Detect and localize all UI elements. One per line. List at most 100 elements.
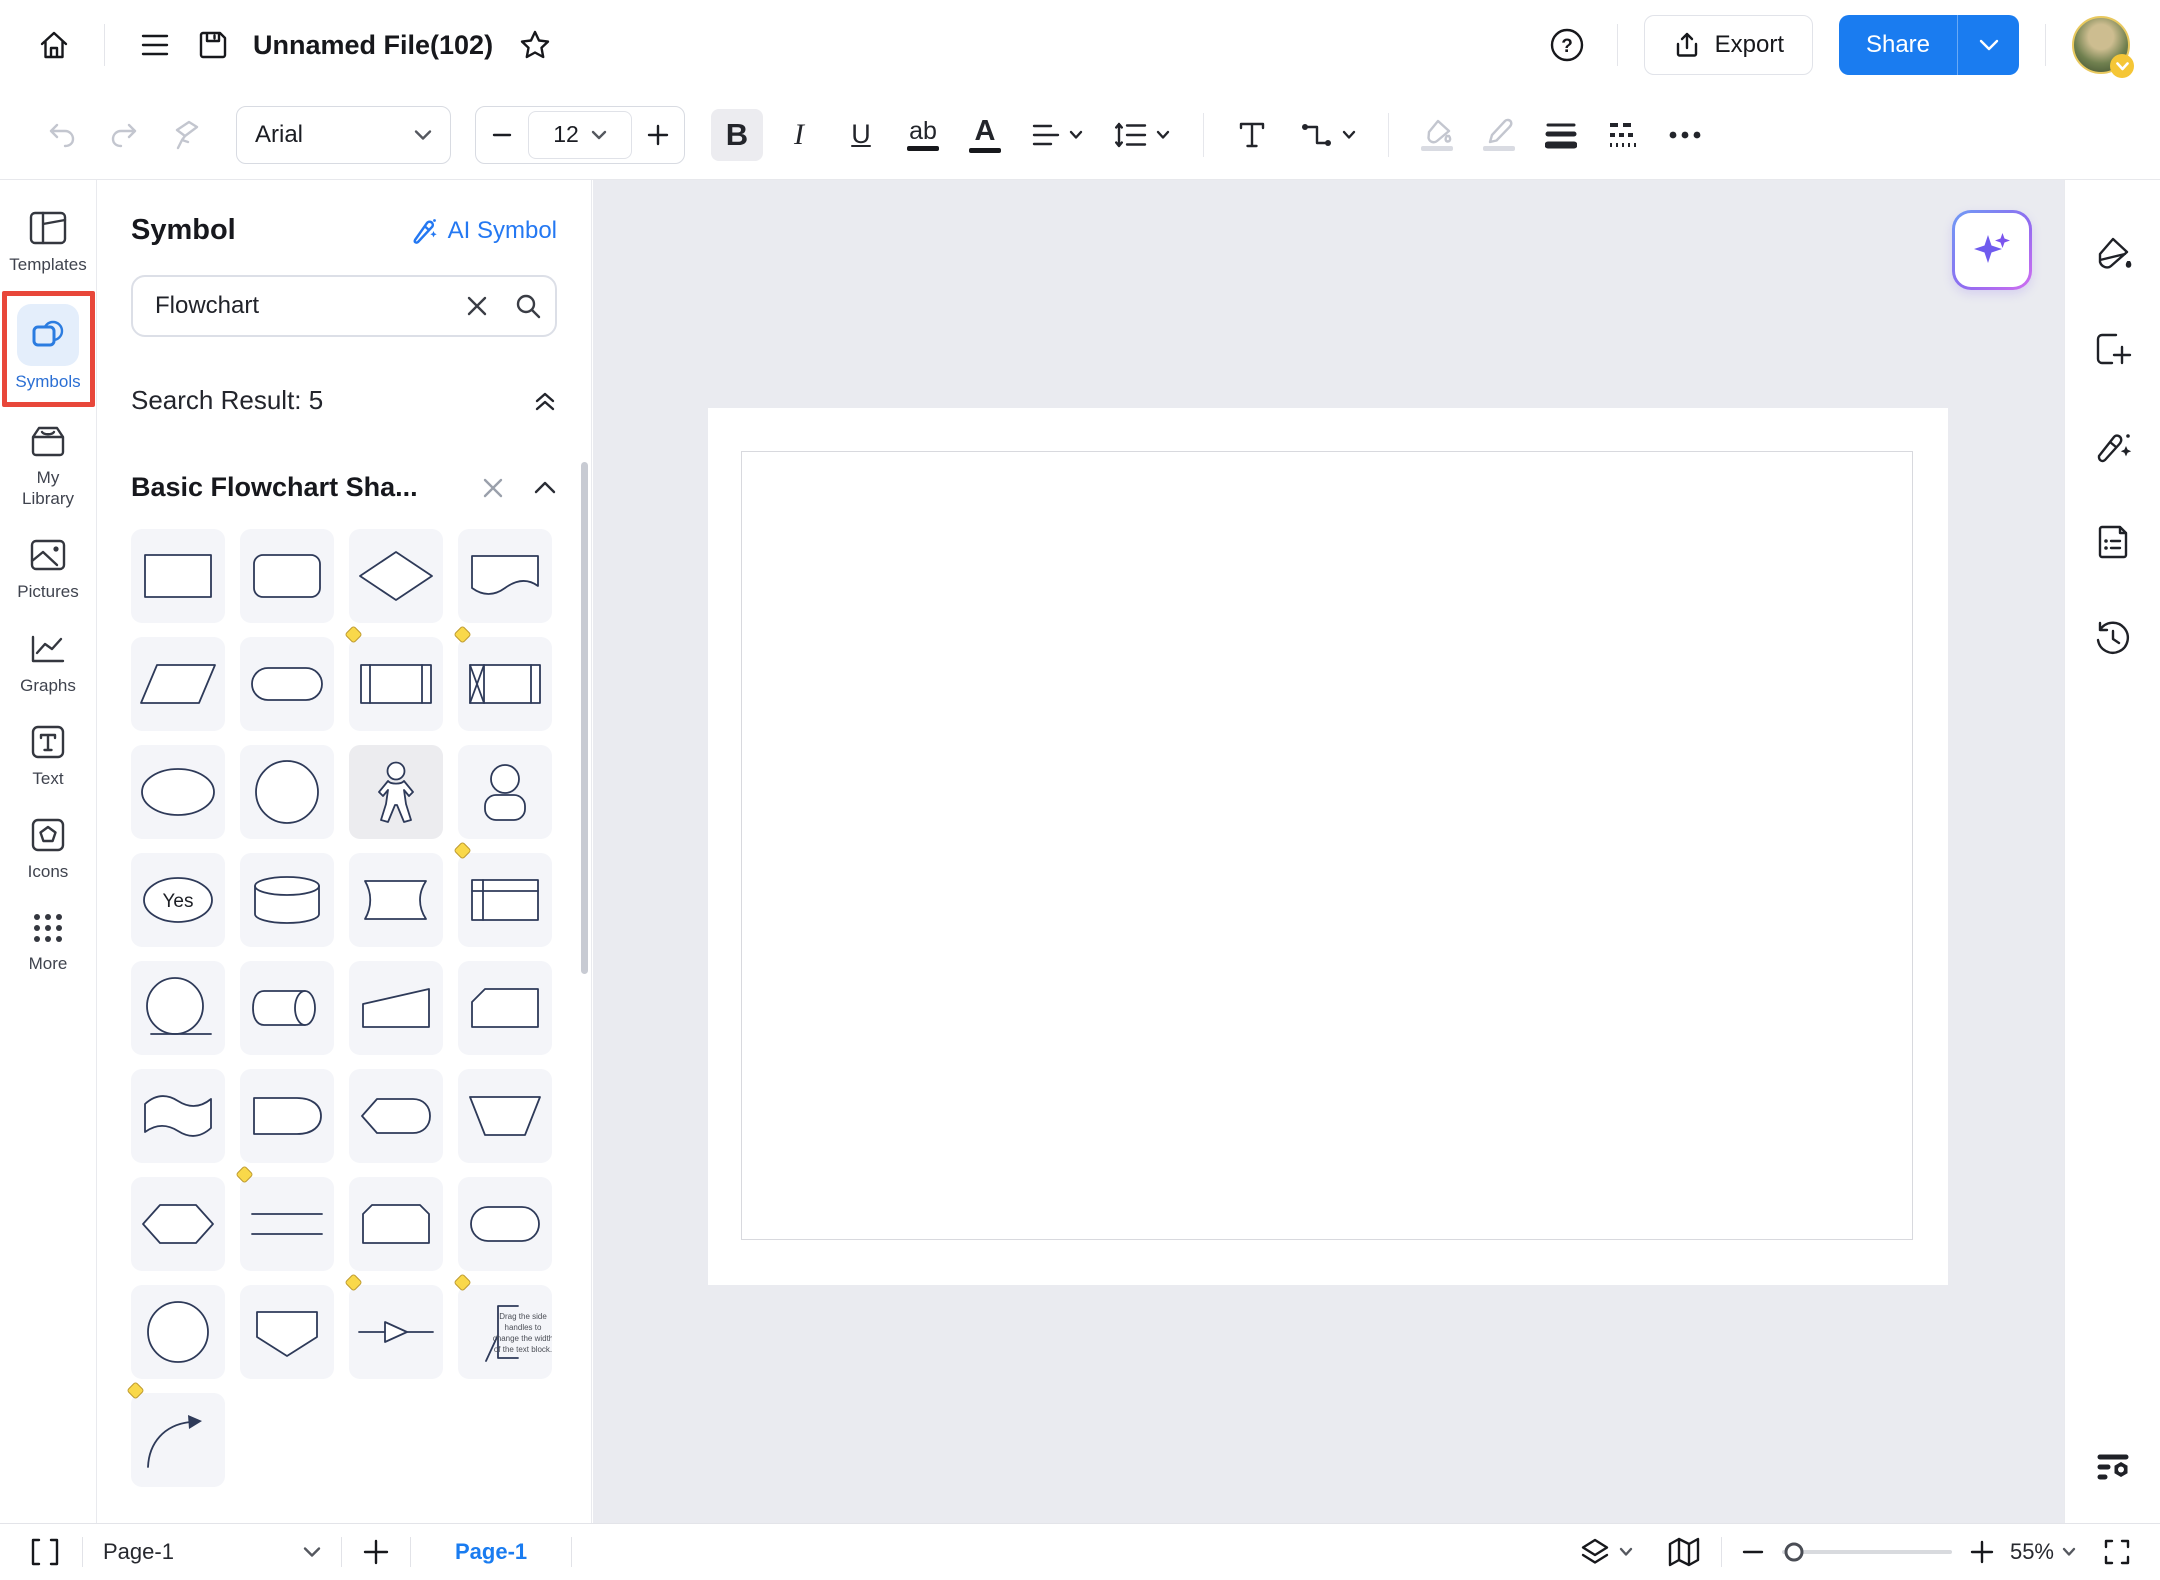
symbol-card[interactable]: [458, 961, 552, 1055]
fullscreen-button[interactable]: [2102, 1537, 2132, 1567]
symbol-internal-storage[interactable]: [458, 637, 552, 731]
add-page-button[interactable]: [362, 1538, 390, 1566]
symbol-decision[interactable]: [349, 529, 443, 623]
more-tools-button[interactable]: [1659, 109, 1711, 161]
symbol-delay[interactable]: [240, 1069, 334, 1163]
layers-button[interactable]: [1579, 1536, 1633, 1568]
ai-assistant-button[interactable]: [1952, 210, 2032, 290]
view-options-button[interactable]: [2087, 1443, 2139, 1495]
zoom-slider[interactable]: [1782, 1550, 1952, 1554]
fill-color-button[interactable]: [1411, 109, 1463, 161]
drawing-page[interactable]: [708, 408, 1948, 1285]
undo-button[interactable]: [36, 109, 88, 161]
symbol-yes-ellipse[interactable]: Yes: [131, 853, 225, 947]
insert-panel-button[interactable]: [2087, 324, 2139, 376]
sidebar-item-icons[interactable]: Icons: [0, 803, 97, 896]
symbol-display[interactable]: [349, 1069, 443, 1163]
help-button[interactable]: ?: [1543, 21, 1591, 69]
symbol-parallelogram[interactable]: [131, 637, 225, 731]
text-tool-button[interactable]: [1226, 109, 1278, 161]
symbol-arrow-connector[interactable]: [349, 1285, 443, 1379]
share-button[interactable]: Share: [1839, 15, 1957, 75]
connector-button[interactable]: [1288, 109, 1366, 161]
zoom-slider-thumb[interactable]: [1784, 1543, 1803, 1562]
font-color-button[interactable]: A: [959, 109, 1011, 161]
line-weight-button[interactable]: [1535, 109, 1587, 161]
symbol-direct-data[interactable]: [240, 961, 334, 1055]
font-family-select[interactable]: Arial: [236, 106, 451, 164]
symbol-manual-operation[interactable]: [349, 961, 443, 1055]
history-button[interactable]: [2087, 612, 2139, 664]
text-highlight-button[interactable]: ab: [897, 109, 949, 161]
favorite-button[interactable]: [511, 21, 559, 69]
line-spacing-button[interactable]: [1103, 109, 1181, 161]
home-button[interactable]: [30, 21, 78, 69]
symbol-predefined-process[interactable]: [349, 637, 443, 731]
symbol-inverted-trapezoid[interactable]: [458, 1069, 552, 1163]
search-icon[interactable]: [515, 293, 541, 319]
symbol-rounded-rectangle[interactable]: [240, 529, 334, 623]
symbol-rectangle[interactable]: [131, 529, 225, 623]
clear-search-icon[interactable]: [465, 294, 489, 318]
symbol-user[interactable]: [458, 745, 552, 839]
symbol-search-input[interactable]: [155, 292, 465, 320]
sidebar-item-my-library[interactable]: My Library: [0, 409, 97, 523]
save-button[interactable]: [189, 21, 237, 69]
symbol-ellipse[interactable]: [131, 745, 225, 839]
format-painter-button[interactable]: [160, 109, 212, 161]
page-selector[interactable]: Page-1: [103, 1539, 321, 1565]
symbol-header-block[interactable]: [458, 853, 552, 947]
symbol-stadium[interactable]: [458, 1177, 552, 1271]
bold-button[interactable]: B: [711, 109, 763, 161]
redo-button[interactable]: [98, 109, 150, 161]
line-color-button[interactable]: [1473, 109, 1525, 161]
notes-button[interactable]: [2087, 516, 2139, 568]
symbol-flag[interactable]: [131, 1069, 225, 1163]
collapse-all-icon[interactable]: [533, 389, 557, 413]
symbol-chamfered-rectangle[interactable]: [349, 1177, 443, 1271]
underline-button[interactable]: U: [835, 109, 887, 161]
canvas[interactable]: [593, 180, 2064, 1523]
share-dropdown-button[interactable]: [1957, 15, 2019, 75]
symbol-database[interactable]: [240, 853, 334, 947]
symbol-curved-arrow[interactable]: [131, 1393, 225, 1487]
chevron-up-icon[interactable]: [533, 480, 557, 495]
symbol-document[interactable]: [458, 529, 552, 623]
ai-symbol-link[interactable]: AI Symbol: [410, 217, 557, 245]
font-size-decrease-button[interactable]: [476, 107, 528, 163]
sidebar-item-text[interactable]: Text: [0, 710, 97, 803]
font-size-select[interactable]: 12: [528, 111, 632, 159]
sidebar-item-graphs[interactable]: Graphs: [0, 617, 97, 710]
symbol-preparation[interactable]: [131, 1177, 225, 1271]
sidebar-item-symbols[interactable]: [17, 304, 79, 366]
text-align-button[interactable]: [1021, 109, 1093, 161]
user-avatar[interactable]: [2072, 16, 2130, 74]
beautify-button[interactable]: [2087, 420, 2139, 472]
symbol-off-page-connector[interactable]: [240, 1285, 334, 1379]
main-menu-button[interactable]: [131, 21, 179, 69]
zoom-level-select[interactable]: 55%: [2010, 1539, 2076, 1565]
sidebar-item-pictures[interactable]: Pictures: [0, 523, 97, 616]
page-panel-button[interactable]: [28, 1536, 62, 1568]
export-button[interactable]: Export: [1644, 15, 1813, 75]
sidebar-item-more[interactable]: More: [0, 897, 97, 988]
symbol-parallel-lines[interactable]: [240, 1177, 334, 1271]
line-style-button[interactable]: [1597, 109, 1649, 161]
symbol-person[interactable]: [349, 745, 443, 839]
fill-style-button[interactable]: [2087, 228, 2139, 280]
symbol-terminator[interactable]: [240, 637, 334, 731]
page-tab-active[interactable]: Page-1: [455, 1539, 527, 1565]
zoom-out-button[interactable]: [1742, 1549, 1764, 1555]
italic-button[interactable]: I: [773, 109, 825, 161]
symbol-text-block[interactable]: Drag the sidehandles tochange the widtho…: [458, 1285, 552, 1379]
panel-scrollbar[interactable]: [581, 462, 588, 974]
minimap-button[interactable]: [1667, 1536, 1701, 1568]
sidebar-item-templates[interactable]: Templates: [0, 196, 97, 289]
symbol-stored-data[interactable]: [349, 853, 443, 947]
symbol-loop-limit[interactable]: [131, 961, 225, 1055]
close-section-icon[interactable]: [481, 476, 505, 500]
font-size-increase-button[interactable]: [632, 107, 684, 163]
symbol-circle[interactable]: [240, 745, 334, 839]
zoom-in-button[interactable]: [1970, 1540, 1994, 1564]
symbol-connector-circle[interactable]: [131, 1285, 225, 1379]
